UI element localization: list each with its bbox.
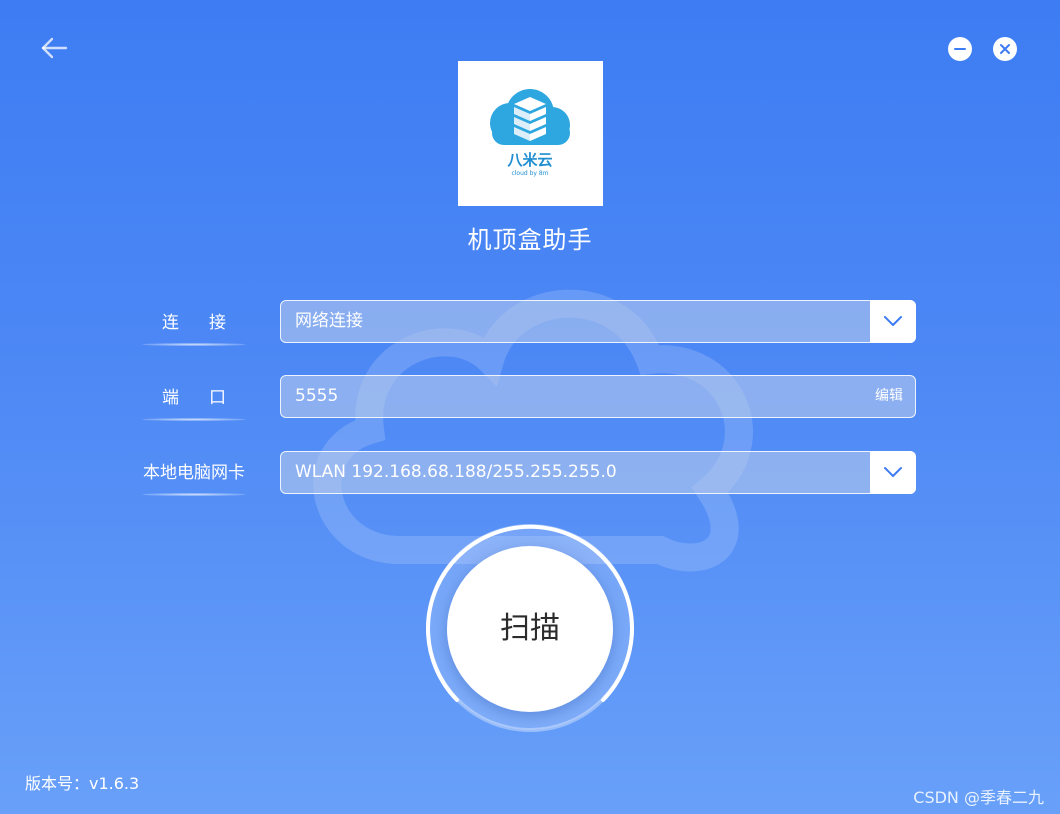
scan-control: 扫描 — [424, 522, 636, 734]
logo-wordmark: 八米云 — [506, 151, 552, 169]
logo-tagline: cloud by 8m — [511, 170, 548, 177]
port-field-value: 5555 — [295, 386, 339, 406]
arrow-left-icon — [41, 37, 68, 59]
app-window: 八米云 cloud by 8m 机顶盒助手 连接 网络连接 端口 5555 编辑… — [0, 0, 1060, 814]
port-label: 端口 — [138, 386, 250, 421]
label-underline — [142, 343, 246, 346]
minimize-button[interactable] — [948, 37, 972, 61]
version-label: 版本号：v1.6.3 — [25, 774, 140, 793]
connection-select[interactable]: 网络连接 — [280, 300, 916, 343]
port-label-text: 端口 — [162, 388, 256, 408]
cloud-server-logo-icon: 八米云 cloud by 8m — [490, 89, 570, 177]
chevron-down-icon — [884, 316, 902, 326]
scan-button[interactable]: 扫描 — [447, 546, 613, 712]
back-button[interactable] — [38, 34, 70, 62]
connection-label: 连接 — [138, 311, 250, 346]
watermark: CSDN @季春二九 — [913, 788, 1044, 807]
nic-select[interactable]: WLAN 192.168.68.188/255.255.255.0 — [280, 451, 916, 494]
nic-label-text: 本地电脑网卡 — [143, 463, 245, 483]
nic-select-value: WLAN 192.168.68.188/255.255.255.0 — [295, 462, 617, 482]
label-underline — [142, 418, 246, 421]
close-button[interactable] — [993, 37, 1017, 61]
port-edit-button[interactable]: 编辑 — [875, 376, 903, 417]
connection-select-value: 网络连接 — [295, 311, 363, 331]
app-logo: 八米云 cloud by 8m — [458, 61, 603, 206]
nic-label: 本地电脑网卡 — [138, 461, 250, 496]
connection-dropdown-button[interactable] — [870, 300, 916, 343]
connection-label-text: 连接 — [162, 313, 256, 333]
nic-dropdown-button[interactable] — [870, 451, 916, 494]
close-x-icon — [1000, 44, 1010, 54]
minus-icon — [954, 48, 966, 50]
label-underline — [142, 493, 246, 496]
chevron-down-icon — [884, 467, 902, 477]
port-field[interactable]: 5555 编辑 — [280, 375, 916, 418]
app-title: 机顶盒助手 — [467, 226, 593, 254]
